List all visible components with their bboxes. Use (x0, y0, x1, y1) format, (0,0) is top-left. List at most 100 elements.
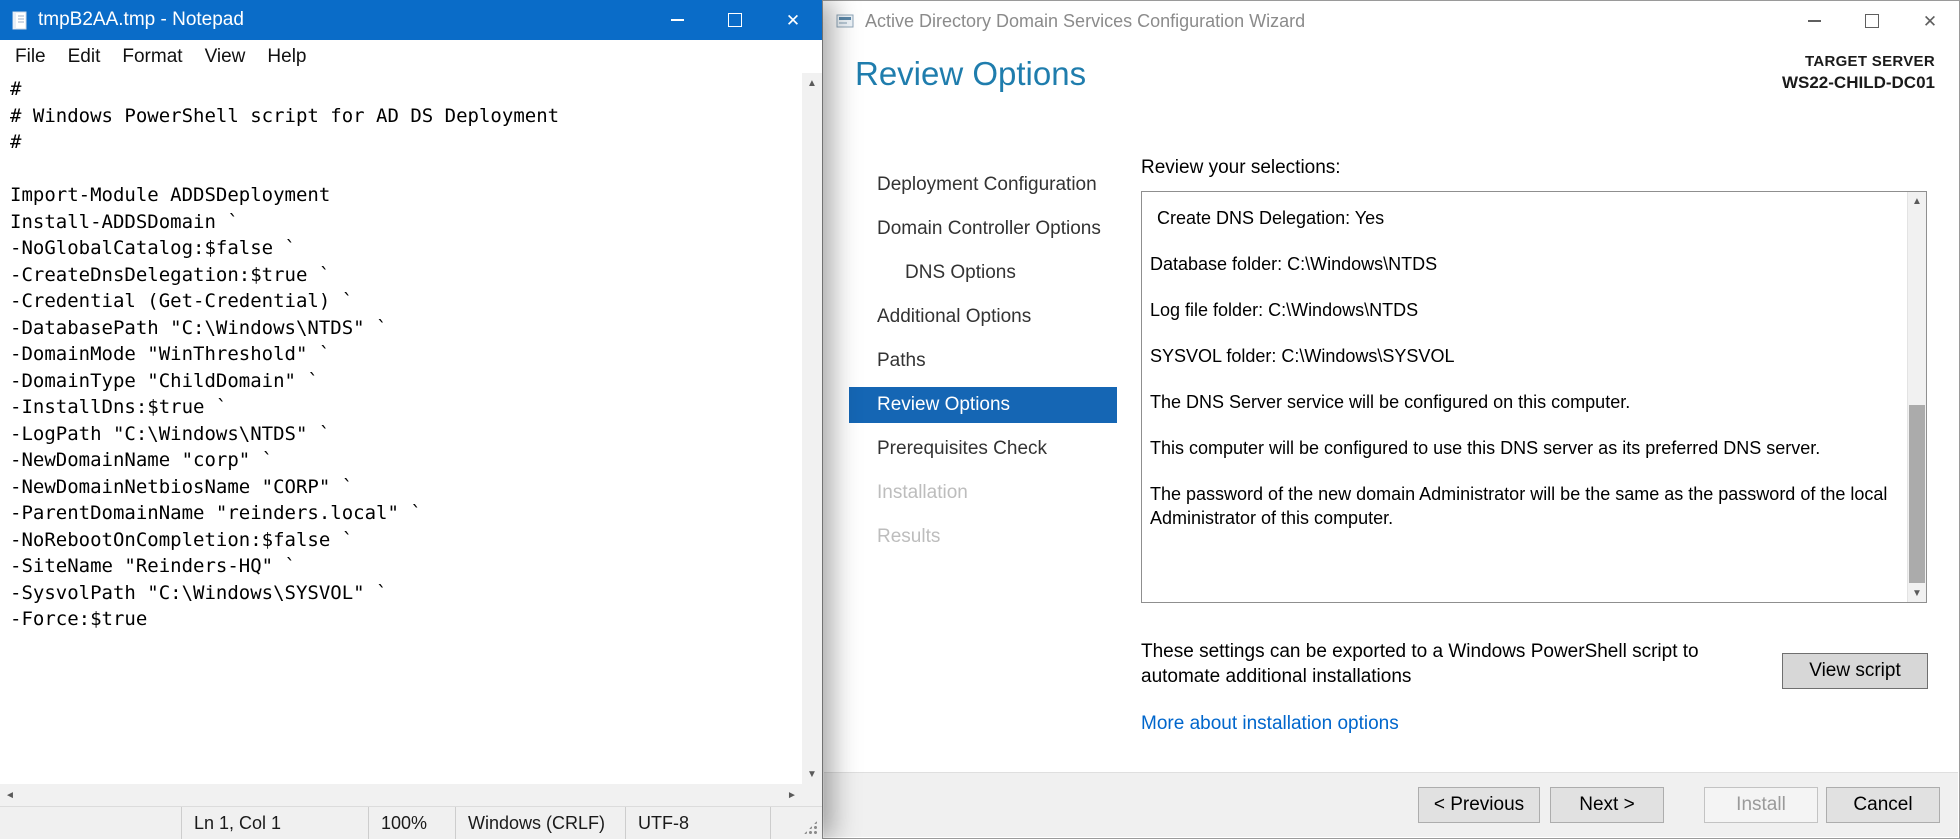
notepad-statusbar: Ln 1, Col 1 100% Windows (CRLF) UTF-8 (0, 806, 822, 839)
page-title: Review Options (855, 55, 1087, 92)
notepad-line: -Credential (Get-Credential) ` (10, 290, 354, 312)
notepad-titlebar[interactable]: tmpB2AA.tmp - Notepad ✕ (0, 0, 822, 40)
scroll-down-icon[interactable]: ▼ (1908, 584, 1926, 602)
wizard-close-button[interactable]: ✕ (1901, 1, 1959, 41)
notepad-line: Import-Module ADDSDeployment (10, 184, 331, 206)
install-button[interactable]: Install (1704, 787, 1818, 823)
notepad-horizontal-scrollbar[interactable]: ◄ ► (0, 784, 802, 806)
scroll-up-icon[interactable]: ▲ (802, 73, 822, 93)
notepad-line: # Windows PowerShell script for AD DS De… (10, 104, 560, 127)
maximize-icon (1865, 14, 1879, 28)
notepad-window-controls: ✕ (648, 0, 822, 40)
nav-paths[interactable]: Paths (849, 343, 1117, 379)
more-about-installation-link[interactable]: More about installation options (1141, 713, 1399, 735)
wizard-titlebar[interactable]: Active Directory Domain Services Configu… (823, 1, 1959, 41)
notepad-line: -Force:$true (10, 608, 148, 630)
scroll-down-icon[interactable]: ▼ (802, 764, 822, 784)
menu-view[interactable]: View (194, 43, 257, 71)
notepad-window-title: tmpB2AA.tmp - Notepad (38, 9, 244, 30)
resize-grip[interactable] (770, 807, 822, 839)
next-button[interactable]: Next > (1550, 787, 1664, 823)
status-zoom-level: 100% (368, 807, 455, 839)
wizard-content: Review your selections: Create DNS Deleg… (1141, 157, 1931, 782)
review-lines: Create DNS Delegation: Yes Database folde… (1142, 192, 1907, 602)
view-script-button[interactable]: View script (1782, 653, 1928, 689)
desktop: tmpB2AA.tmp - Notepad ✕ File Edit Format Vi… (0, 0, 1960, 839)
scrollbar-thumb[interactable] (1909, 405, 1925, 583)
notepad-icon (10, 10, 28, 30)
nav-prerequisites-check[interactable]: Prerequisites Check (849, 431, 1117, 467)
menu-help[interactable]: Help (256, 43, 317, 71)
nav-additional-options[interactable]: Additional Options (849, 299, 1117, 335)
minimize-icon (1807, 20, 1821, 22)
review-line: SYSVOL folder: C:\Windows\SYSVOL (1150, 346, 1455, 366)
notepad-line: -DomainType "ChildDomain" ` (10, 369, 319, 392)
nav-dns-options[interactable]: DNS Options (849, 255, 1117, 291)
menu-file[interactable]: File (4, 43, 57, 71)
notepad-line: # (10, 78, 22, 100)
review-line: Database folder: C:\Windows\NTDS (1150, 254, 1438, 274)
menu-edit[interactable]: Edit (57, 43, 112, 71)
notepad-close-button[interactable]: ✕ (764, 0, 822, 40)
wizard-maximize-button[interactable] (1843, 1, 1901, 41)
target-server-block: TARGET SERVER WS22-CHILD-DC01 (1782, 53, 1935, 93)
notepad-line: -CreateDnsDelegation:$true ` (10, 263, 331, 286)
maximize-icon (728, 13, 742, 27)
review-line: Log file folder: C:\Windows\NTDS (1150, 300, 1419, 320)
nav-installation: Installation (877, 482, 968, 503)
notepad-line (10, 156, 802, 183)
notepad-maximize-button[interactable] (706, 0, 764, 40)
scrollbar-corner (802, 784, 822, 806)
review-scrollbar[interactable]: ▲ ▼ (1907, 192, 1926, 602)
review-selections-label: Review your selections: (1141, 157, 1341, 178)
notepad-line: -LogPath "C:\Windows\NTDS" ` (10, 422, 331, 445)
nav-deployment-configuration[interactable]: Deployment Configuration (849, 167, 1117, 203)
review-line: This computer will be configured to use … (1150, 438, 1821, 458)
notepad-minimize-button[interactable] (648, 0, 706, 40)
close-icon: ✕ (1922, 11, 1938, 31)
adds-wizard-window: Active Directory Domain Services Configu… (822, 0, 1960, 839)
notepad-text-area[interactable]: # # Windows PowerShell script for AD DS D… (0, 73, 802, 784)
notepad-line: -NoGlobalCatalog:$false ` (10, 237, 296, 259)
scroll-left-icon[interactable]: ◄ (0, 785, 20, 805)
wizard-footer: < Previous Next > Install Cancel (824, 772, 1958, 837)
minimize-icon (670, 19, 684, 21)
notepad-line: -InstallDns:$true ` (10, 396, 228, 418)
wizard-icon (835, 11, 855, 31)
review-line: The password of the new domain Administr… (1150, 484, 1888, 528)
notepad-line: -SiteName "Reinders-HQ" ` (10, 555, 296, 577)
notepad-menubar: File Edit Format View Help (0, 40, 822, 73)
nav-results: Results (877, 526, 941, 547)
target-server-name: WS22-CHILD-DC01 (1781, 73, 1935, 92)
target-server-label: TARGET SERVER (1804, 53, 1935, 70)
scroll-up-icon[interactable]: ▲ (1908, 192, 1926, 210)
menu-format[interactable]: Format (111, 43, 193, 71)
notepad-vertical-scrollbar[interactable]: ▲ ▼ (802, 73, 822, 784)
cancel-button[interactable]: Cancel (1826, 787, 1940, 823)
nav-domain-controller-options[interactable]: Domain Controller Options (849, 211, 1117, 247)
wizard-window-title: Active Directory Domain Services Configu… (865, 10, 1306, 31)
review-line: Create DNS Delegation: Yes (1157, 208, 1385, 228)
review-selections-box[interactable]: Create DNS Delegation: Yes Database folde… (1141, 191, 1927, 603)
notepad-window: tmpB2AA.tmp - Notepad ✕ File Edit Format Vi… (0, 0, 822, 839)
status-cursor-position: Ln 1, Col 1 (181, 807, 368, 839)
export-note: These settings can be exported to a Wind… (1141, 641, 1699, 687)
review-line: The DNS Server service will be configure… (1150, 392, 1631, 412)
wizard-window-controls: ✕ (1785, 1, 1959, 41)
notepad-line: -DomainMode "WinThreshold" ` (10, 343, 331, 365)
wizard-minimize-button[interactable] (1785, 1, 1843, 41)
notepad-line: -NoRebootOnCompletion:$false ` (10, 528, 354, 551)
notepad-line: Install-ADDSDomain ` (10, 210, 239, 233)
close-icon: ✕ (785, 10, 801, 30)
notepad-line: -DatabasePath "C:\Windows\NTDS" ` (10, 316, 388, 339)
wizard-nav: Deployment Configuration Domain Controlle… (849, 167, 1117, 563)
scroll-right-icon[interactable]: ► (782, 785, 802, 805)
notepad-line: -NewDomainNetbiosName "CORP" ` (10, 475, 354, 498)
nav-review-options[interactable]: Review Options (849, 387, 1117, 423)
status-encoding: UTF-8 (625, 807, 770, 839)
previous-button[interactable]: < Previous (1418, 787, 1540, 823)
status-spacer (0, 807, 181, 839)
notepad-line: -NewDomainName "corp" ` (10, 449, 274, 471)
notepad-line: -SysvolPath "C:\Windows\SYSVOL" ` (10, 581, 388, 604)
notepad-line: # (10, 131, 22, 153)
